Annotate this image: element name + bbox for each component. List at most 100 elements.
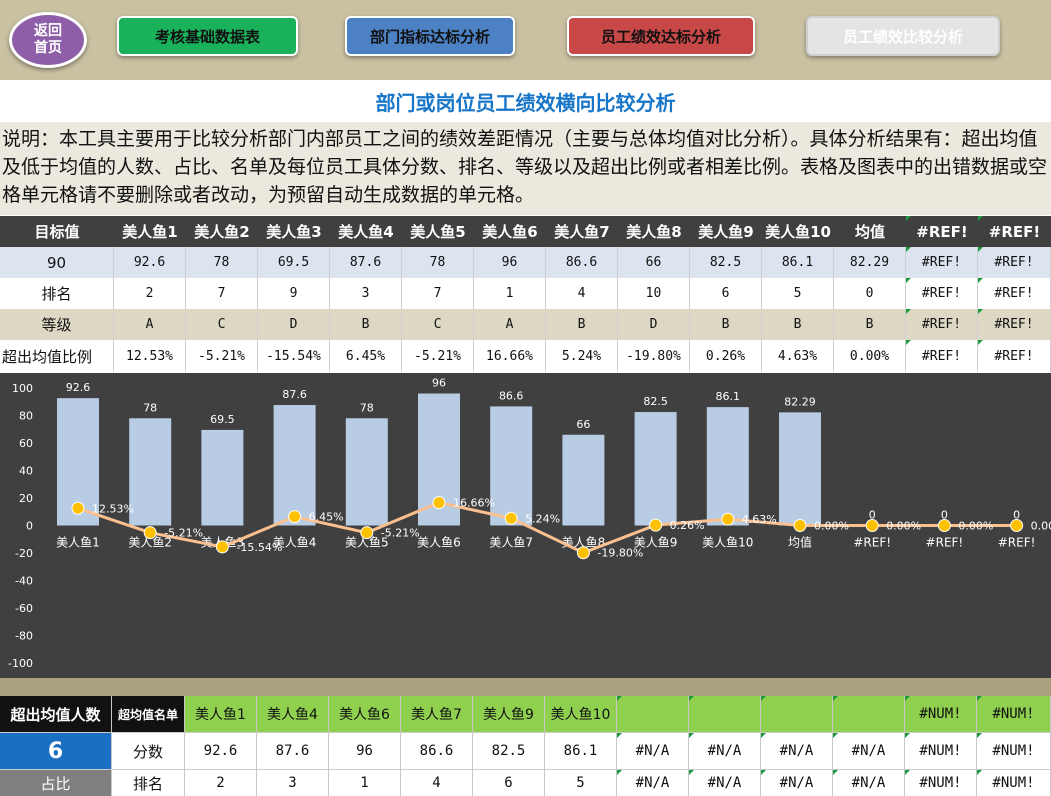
- score-cell[interactable]: 92.6: [114, 247, 186, 278]
- score-cell[interactable]: 78: [186, 247, 258, 278]
- above-name-cell[interactable]: 美人鱼6: [329, 696, 401, 732]
- grade-cell[interactable]: C: [402, 309, 474, 340]
- ratio-cell[interactable]: #REF!: [978, 340, 1051, 372]
- above-rank-cell[interactable]: #N/A: [761, 770, 833, 796]
- nav-dept-target-button[interactable]: 部门指标达标分析: [345, 16, 515, 56]
- nav-staff-compare-button[interactable]: 员工绩效比较分析: [806, 16, 1000, 56]
- above-name-cell[interactable]: #NUM!: [977, 696, 1051, 732]
- above-rank-cell[interactable]: #N/A: [833, 770, 905, 796]
- header-cell[interactable]: 美人鱼9: [690, 216, 762, 247]
- score-cell[interactable]: 66: [618, 247, 690, 278]
- above-name-cell[interactable]: 美人鱼7: [401, 696, 473, 732]
- score-cell[interactable]: 86.1: [762, 247, 834, 278]
- above-name-cell[interactable]: [833, 696, 905, 732]
- above-score-cell[interactable]: #N/A: [761, 733, 833, 769]
- grade-cell[interactable]: #REF!: [906, 309, 978, 340]
- grade-cell[interactable]: B: [330, 309, 402, 340]
- above-name-cell[interactable]: #NUM!: [905, 696, 977, 732]
- score-cell[interactable]: 86.6: [546, 247, 618, 278]
- grade-cell[interactable]: B: [762, 309, 834, 340]
- header-cell[interactable]: #REF!: [978, 216, 1051, 247]
- rank-cell[interactable]: 9: [258, 278, 330, 309]
- above-score-cell[interactable]: #N/A: [833, 733, 905, 769]
- above-score-cell[interactable]: #NUM!: [977, 733, 1051, 769]
- above-score-cell[interactable]: 96: [329, 733, 401, 769]
- header-cell[interactable]: 美人鱼7: [546, 216, 618, 247]
- score-cell[interactable]: #REF!: [906, 247, 978, 278]
- above-name-cell[interactable]: [761, 696, 833, 732]
- nav-basic-data-button[interactable]: 考核基础数据表: [117, 16, 298, 56]
- above-rank-cell[interactable]: #NUM!: [905, 770, 977, 796]
- grade-cell[interactable]: D: [618, 309, 690, 340]
- header-cell[interactable]: 美人鱼1: [114, 216, 186, 247]
- grade-cell[interactable]: 等级: [0, 309, 114, 340]
- above-score-cell[interactable]: 82.5: [473, 733, 545, 769]
- header-cell[interactable]: 美人鱼4: [330, 216, 402, 247]
- above-rank-cell[interactable]: #N/A: [689, 770, 761, 796]
- above-rank-cell[interactable]: 5: [545, 770, 617, 796]
- above-name-cell[interactable]: [689, 696, 761, 732]
- rank-cell[interactable]: 排名: [0, 278, 114, 309]
- above-rank-cell[interactable]: 6: [473, 770, 545, 796]
- above-name-cell[interactable]: 美人鱼9: [473, 696, 545, 732]
- rank-cell[interactable]: 3: [330, 278, 402, 309]
- nav-staff-target-button[interactable]: 员工绩效达标分析: [567, 16, 755, 56]
- header-cell[interactable]: 美人鱼8: [618, 216, 690, 247]
- ratio-cell[interactable]: 4.63%: [762, 340, 834, 372]
- rank-cell[interactable]: #REF!: [978, 278, 1051, 309]
- header-cell[interactable]: 目标值: [0, 216, 114, 247]
- ratio-cell[interactable]: 5.24%: [546, 340, 618, 372]
- above-name-cell[interactable]: 美人鱼4: [257, 696, 329, 732]
- ratio-cell[interactable]: 0.26%: [690, 340, 762, 372]
- above-name-cell[interactable]: 美人鱼1: [185, 696, 257, 732]
- score-cell[interactable]: 82.29: [834, 247, 906, 278]
- ratio-cell[interactable]: -19.80%: [618, 340, 690, 372]
- rank-cell[interactable]: 4: [546, 278, 618, 309]
- above-rank-cell[interactable]: 3: [257, 770, 329, 796]
- ratio-cell[interactable]: -15.54%: [258, 340, 330, 372]
- grade-cell[interactable]: A: [114, 309, 186, 340]
- header-cell[interactable]: 美人鱼3: [258, 216, 330, 247]
- ratio-cell[interactable]: 超出均值比例: [0, 340, 114, 372]
- grade-cell[interactable]: B: [546, 309, 618, 340]
- above-rank-cell[interactable]: 2: [185, 770, 257, 796]
- above-score-cell[interactable]: #NUM!: [905, 733, 977, 769]
- score-cell[interactable]: 82.5: [690, 247, 762, 278]
- grade-cell[interactable]: B: [690, 309, 762, 340]
- grade-cell[interactable]: A: [474, 309, 546, 340]
- header-cell[interactable]: 美人鱼6: [474, 216, 546, 247]
- above-score-cell[interactable]: 86.1: [545, 733, 617, 769]
- score-cell[interactable]: 90: [0, 247, 114, 278]
- score-cell[interactable]: 96: [474, 247, 546, 278]
- header-cell[interactable]: 美人鱼2: [186, 216, 258, 247]
- rank-cell[interactable]: 10: [618, 278, 690, 309]
- rank-cell[interactable]: 1: [474, 278, 546, 309]
- header-cell[interactable]: 美人鱼10: [762, 216, 834, 247]
- above-score-cell[interactable]: #N/A: [617, 733, 689, 769]
- grade-cell[interactable]: B: [834, 309, 906, 340]
- grade-cell[interactable]: D: [258, 309, 330, 340]
- ratio-cell[interactable]: -5.21%: [186, 340, 258, 372]
- home-button[interactable]: 返回 首页: [9, 12, 87, 68]
- rank-cell[interactable]: 7: [402, 278, 474, 309]
- above-score-cell[interactable]: 86.6: [401, 733, 473, 769]
- ratio-cell[interactable]: 6.45%: [330, 340, 402, 372]
- ratio-cell[interactable]: 0.00%: [834, 340, 906, 372]
- above-score-cell[interactable]: 92.6: [185, 733, 257, 769]
- rank-cell[interactable]: 0: [834, 278, 906, 309]
- rank-cell[interactable]: 6: [690, 278, 762, 309]
- above-rank-cell[interactable]: 1: [329, 770, 401, 796]
- score-cell[interactable]: #REF!: [978, 247, 1051, 278]
- ratio-cell[interactable]: #REF!: [906, 340, 978, 372]
- above-rank-cell[interactable]: #NUM!: [977, 770, 1051, 796]
- rank-cell[interactable]: 7: [186, 278, 258, 309]
- header-cell[interactable]: 均值: [834, 216, 906, 247]
- above-rank-cell[interactable]: #N/A: [617, 770, 689, 796]
- above-name-cell[interactable]: [617, 696, 689, 732]
- rank-cell[interactable]: #REF!: [906, 278, 978, 309]
- ratio-cell[interactable]: 12.53%: [114, 340, 186, 372]
- above-rank-cell[interactable]: 4: [401, 770, 473, 796]
- ratio-cell[interactable]: -5.21%: [402, 340, 474, 372]
- header-cell[interactable]: #REF!: [906, 216, 978, 247]
- score-cell[interactable]: 78: [402, 247, 474, 278]
